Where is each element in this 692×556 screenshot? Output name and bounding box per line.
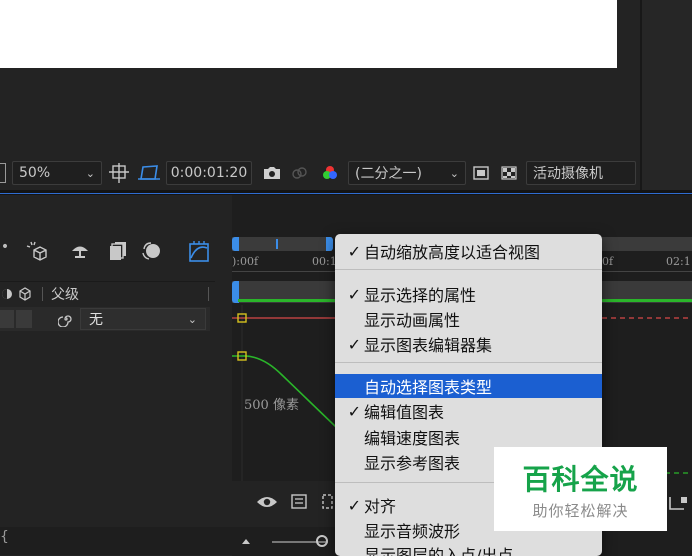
menu-item-label: 显示参考图表 [364,454,461,473]
layer-row[interactable]: 无 ⌄ [0,307,210,331]
menu-item-show-graph-editor-set[interactable]: ✓ 显示图表编辑器集 [335,332,602,356]
right-side-panel [640,0,692,190]
active-camera-select[interactable]: 活动摄像机 [526,161,636,185]
color-channels-icon[interactable] [318,158,342,188]
hide-shy-layers-icon[interactable] [68,239,92,263]
chevron-down-icon: ⌄ [85,166,95,180]
column-divider [42,286,43,301]
chevron-down-icon: ⌄ [449,166,459,180]
layer-list-area [0,335,210,525]
watermark-badge: 百科全说 助你轻松解决 [494,447,667,531]
corner-icon[interactable] [668,495,692,515]
timecode-field[interactable]: 0:00:01:20 [166,161,252,185]
menu-item-edit-value-graph[interactable]: ✓ 编辑值图表 [335,399,602,423]
ruler-label-start: ):00f [232,255,259,268]
menu-item-show-selected-properties[interactable]: ✓ 显示选择的属性 [335,282,602,306]
menu-item-edit-speed-graph[interactable]: 编辑速度图表 [335,425,602,449]
menu-separator [335,269,602,270]
menu-item-label: 显示选择的属性 [364,286,477,305]
graph-axis-label: 500 像素 [244,398,299,413]
column-header: 父级 [0,281,215,305]
viewer-toolbar: 50% ⌄ 0:00:01:20 (二分之一) ⌄ 活动摄像机 [0,158,640,188]
transform-box-icon[interactable] [318,491,336,513]
eye-icon[interactable] [254,491,280,513]
menu-item-label: 自动选择图表类型 [364,378,493,397]
motion-blur-icon[interactable] [140,239,164,263]
switch-box[interactable] [0,310,14,328]
region-of-interest-icon[interactable] [470,158,492,188]
transparency-grid-icon[interactable] [498,158,520,188]
camera-snapshot-icon[interactable] [260,158,284,188]
zoom-slider-area [232,527,336,556]
ruler-label-mid: 00:1 [312,255,337,268]
graph-options-icon[interactable] [288,491,310,513]
menu-item-label: 显示图表编辑器集 [364,336,493,355]
switch-box[interactable] [16,310,32,328]
parent-value: 无 [89,312,103,328]
menu-item-label: 编辑速度图表 [364,429,461,448]
watermark-title: 百科全说 [522,462,639,496]
timeline-footer: { [0,527,232,555]
mountain-small-icon[interactable] [242,539,250,544]
ruler-label-end2: 02:1 [666,255,691,268]
checkmark-icon: ✓ [347,495,361,515]
safe-margins-icon[interactable] [108,158,130,188]
menu-item-label: 对齐 [364,497,397,516]
zoom-select[interactable]: 50% ⌄ [12,161,102,185]
lock-cube-icon[interactable] [14,286,36,301]
arrow-icon: • [0,239,10,255]
resolution-select[interactable]: (二分之一) ⌄ [348,161,466,185]
mask-path-icon[interactable] [136,158,162,188]
menu-item-label: 自动缩放高度以适合视图 [364,243,541,262]
composition-viewer: 50% ⌄ 0:00:01:20 (二分之一) ⌄ 活动摄像机 [0,0,640,190]
menu-separator [335,362,602,363]
menu-item-label: 显示音频波形 [364,522,461,541]
graph-editor-icon[interactable] [186,239,212,265]
checkmark-icon: ✓ [347,284,361,304]
checkmark-icon: ✓ [347,401,361,421]
camera-value: 活动摄像机 [533,166,603,182]
graph-toolbar [232,481,336,527]
resolution-value: (二分之一) [355,166,422,182]
layer-outline: • 父级 无 ⌄ { [0,195,232,556]
menu-item-label: 显示图层的入点/出点 [364,546,514,556]
menu-item-auto-select-graph-type[interactable]: 自动选择图表类型 [335,374,602,398]
menu-item-label: 显示动画属性 [364,311,461,330]
show-snapshot-icon[interactable] [288,158,312,188]
timecode-value: 0:00:01:20 [170,165,248,181]
column-divider [208,286,209,301]
composition-canvas[interactable] [0,0,617,68]
checkmark-icon: ✓ [347,334,361,354]
chevron-down-icon: ⌄ [187,312,197,326]
watermark-subtitle: 助你轻松解决 [532,501,629,520]
solo-icon[interactable] [0,288,14,300]
brace-icon: { [0,529,9,545]
menu-item-label: 编辑值图表 [364,403,445,422]
ruler-label-end: 0f [602,255,614,268]
menu-item-show-animated-properties[interactable]: 显示动画属性 [335,307,602,331]
parent-select[interactable]: 无 ⌄ [80,308,206,330]
draft-3d-icon[interactable] [24,239,48,263]
frame-blending-icon[interactable] [106,239,130,263]
parent-column-label: 父级 [51,286,79,303]
checkmark-icon: ✓ [347,241,361,261]
panel-edge [0,158,8,188]
zoom-value: 50% [19,165,51,181]
menu-item-auto-zoom-height[interactable]: ✓ 自动缩放高度以适合视图 [335,239,602,263]
pick-whip-icon[interactable] [56,309,76,329]
menu-item-show-layer-in-out-points[interactable]: 显示图层的入点/出点 [335,542,602,556]
zoom-slider-thumb[interactable] [316,535,328,547]
